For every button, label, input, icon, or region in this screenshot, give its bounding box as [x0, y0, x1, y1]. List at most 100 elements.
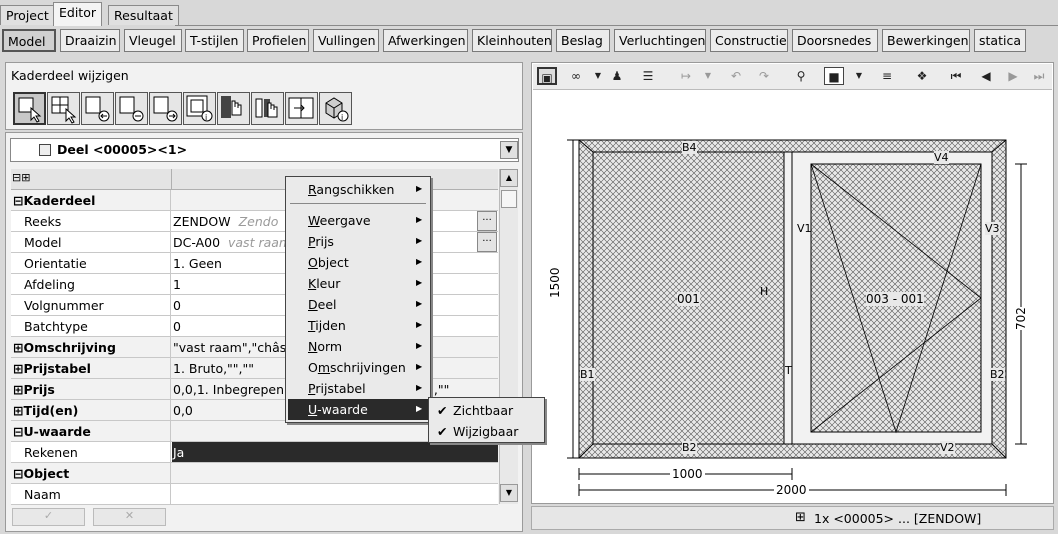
module-vleugel-button[interactable]: Vleugel — [124, 29, 182, 52]
property-value: DC-A00 — [173, 235, 221, 250]
module-afwerkingen-button[interactable]: Afwerkingen — [383, 29, 468, 52]
collapse-icon[interactable]: ⊟ — [13, 466, 23, 481]
next-icon[interactable]: ▶ — [1004, 67, 1022, 85]
property-row-u-waarde[interactable]: ⊟U-waarde — [11, 421, 498, 442]
scroll-down-icon[interactable]: ▼ — [500, 484, 518, 502]
frame-view-icon[interactable]: ▣ — [537, 67, 557, 85]
property-value — [172, 463, 498, 484]
collapse-icon[interactable]: ⊟ — [13, 193, 23, 208]
module-statica-button[interactable]: statica — [974, 29, 1026, 52]
menu-item-u-waarde[interactable]: U-waarde ▶ — [288, 399, 428, 420]
module-model-button[interactable]: Model — [2, 29, 56, 52]
expand-icon[interactable]: ⊞ — [13, 403, 23, 418]
model-browse-button[interactable]: ... — [477, 232, 497, 252]
confirm-button[interactable]: ✓ — [12, 508, 85, 526]
module-draaizin-button[interactable]: Draaizin — [60, 29, 120, 52]
accelerator-key: U — [308, 402, 318, 417]
tab-project[interactable]: Project — [0, 5, 55, 25]
property-row-rekenen[interactable]: Rekenen Ja — [11, 442, 498, 463]
deel-dropdown[interactable]: Deel <00005><1> ▼ — [10, 138, 519, 162]
layers-icon[interactable]: ☰ — [638, 67, 658, 85]
remove-icon[interactable] — [115, 92, 148, 125]
chevron-down-icon[interactable]: ▼ — [593, 67, 603, 85]
label-mullion: T — [785, 364, 792, 377]
chevron-down-icon[interactable]: ▼ — [702, 67, 714, 85]
cube-info-icon[interactable]: i — [319, 92, 352, 125]
menu-item-omschrijvingen[interactable]: Omschrijvingen ▶ — [288, 357, 422, 378]
property-scrollbar[interactable]: ▲ ▼ — [499, 169, 518, 504]
expand-icon[interactable]: ⊞ — [13, 340, 23, 355]
redo-icon[interactable]: ↷ — [755, 67, 773, 85]
collapse-icon[interactable]: ⊟ — [13, 424, 23, 439]
menu-separator — [290, 203, 426, 204]
property-value-selected[interactable]: Ja — [172, 442, 498, 462]
previous-icon[interactable]: ◀ — [976, 67, 996, 85]
svg-text:i: i — [205, 113, 207, 122]
menu-item-tijden[interactable]: Tijden ▶ — [288, 315, 422, 336]
submenu-arrow-icon: ▶ — [416, 383, 423, 392]
menu-item-object[interactable]: Object ▶ — [288, 252, 422, 273]
frame-info-icon[interactable]: i — [183, 92, 216, 125]
window-drawing[interactable] — [535, 92, 1050, 502]
split-hand-icon[interactable] — [251, 92, 284, 125]
deel-dropdown-value: Deel <00005><1> — [57, 142, 188, 157]
panel-title: Kaderdeel wijzigen — [11, 68, 129, 83]
undo-icon[interactable]: ↶ — [727, 67, 745, 85]
person-icon[interactable]: ♟ — [608, 67, 626, 85]
menu-item-prijs[interactable]: Prijs ▶ — [288, 231, 422, 252]
collapse-expand-all-button[interactable]: ⊟⊞ — [12, 171, 30, 184]
module-t-stijlen-button[interactable]: T-stijlen — [185, 29, 244, 52]
menu-item-prijstabel[interactable]: Prijstabel ▶ — [288, 378, 422, 399]
menu-item-kleur[interactable]: Kleur ▶ — [288, 273, 422, 294]
module-verluchtingen-button[interactable]: Verluchtingen — [614, 29, 706, 52]
menu-item-deel[interactable]: Deel ▶ — [288, 294, 422, 315]
cancel-button[interactable]: ✕ — [93, 508, 166, 526]
add-right-icon[interactable] — [149, 92, 182, 125]
reeks-browse-button[interactable]: ... — [477, 211, 497, 231]
property-row-object[interactable]: ⊟Object — [11, 463, 498, 484]
module-doorsnedes-button[interactable]: Doorsnedes — [792, 29, 878, 52]
chevron-down-icon[interactable]: ▼ — [500, 141, 518, 159]
edit-grid-icon[interactable]: ❖ — [910, 67, 934, 85]
menu-item-norm[interactable]: Norm ▶ — [288, 336, 422, 357]
submenu-arrow-icon: ▶ — [416, 320, 423, 329]
add-left-icon[interactable] — [81, 92, 114, 125]
scroll-up-icon[interactable]: ▲ — [500, 169, 518, 187]
accelerator-key: O — [308, 255, 318, 270]
expand-icon[interactable]: ⊞ — [13, 361, 23, 376]
zoom-icon[interactable]: ⚲ — [790, 67, 812, 85]
property-row-naam[interactable]: Naam — [11, 484, 498, 505]
hand-tool-icon[interactable] — [217, 92, 250, 125]
module-vullingen-button[interactable]: Vullingen — [313, 29, 379, 52]
last-icon[interactable]: ⏭ — [1029, 67, 1049, 85]
menu-item-rangschikken[interactable]: Rangschikken ▶ — [288, 179, 422, 200]
menu-item-zichtbaar[interactable]: ✔ Zichtbaar — [431, 400, 513, 421]
menu-item-wijzigbaar[interactable]: ✔ Wijzigbaar — [431, 421, 518, 442]
scroll-thumb[interactable] — [501, 190, 517, 208]
glasses-icon[interactable]: ∞ — [564, 67, 588, 85]
accelerator-key: N — [308, 339, 318, 354]
menu-item-weergave[interactable]: Weergave ▶ — [288, 210, 422, 231]
part-color-swatch — [39, 144, 51, 156]
first-icon[interactable]: ⏮ — [946, 67, 966, 85]
move-icon[interactable] — [285, 92, 318, 125]
module-kleinhouten-button[interactable]: Kleinhouten — [472, 29, 552, 52]
property-name: Omschrijving — [23, 340, 116, 355]
align-icon[interactable]: ≡ — [878, 67, 896, 85]
grid-select-icon[interactable] — [47, 92, 80, 125]
module-profielen-button[interactable]: Profielen — [247, 29, 309, 52]
fit-view-icon[interactable]: ■ — [824, 67, 844, 85]
module-constructie-button[interactable]: Constructie — [710, 29, 788, 52]
label-v3: V3 — [985, 222, 1000, 235]
select-frame-icon[interactable] — [13, 92, 46, 125]
module-beslag-button[interactable]: Beslag — [556, 29, 610, 52]
property-name: Rekenen — [11, 442, 171, 463]
submenu-arrow-icon: ▶ — [416, 236, 423, 245]
chevron-down-icon[interactable]: ▼ — [853, 67, 865, 85]
tab-resultaat[interactable]: Resultaat — [108, 5, 179, 25]
expand-icon[interactable]: ⊞ — [13, 382, 23, 397]
dimension-icon[interactable]: ↦ — [676, 67, 696, 85]
module-bewerkingen-button[interactable]: Bewerkingen — [882, 29, 970, 52]
menu-item-label: Object — [308, 255, 349, 270]
tab-editor[interactable]: Editor — [53, 2, 102, 26]
